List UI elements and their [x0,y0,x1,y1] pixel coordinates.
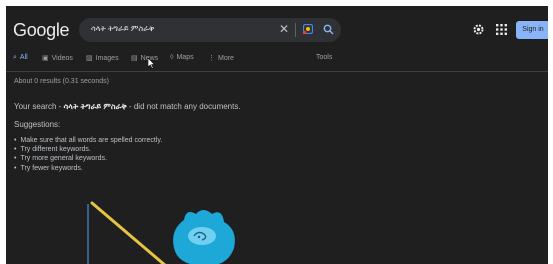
map-pin-icon: ◊ [170,54,174,61]
mouse-cursor-icon [148,58,156,69]
suggestions-heading: Suggestions: [14,120,61,129]
blue-creature-icon [173,210,235,264]
google-logo[interactable]: Google [13,20,70,41]
tab-all[interactable]: ⌕ All [13,54,28,62]
sign-in-button[interactable]: Sign in [516,21,548,39]
suggestion-item: Try fewer keywords. [14,164,162,173]
result-stats: About 0 results (0.31 seconds) [14,78,109,85]
clear-icon[interactable]: ✕ [279,22,289,36]
search-input[interactable]: ሳላት ትግራይ ምስራቅ [91,24,154,34]
image-icon: ▨ [86,55,93,62]
tab-more[interactable]: ⋮ More [208,54,234,62]
no-results-message: Your search - ሳላት ትግራይ ምስራቅ - did not ma… [14,102,241,111]
search-icon: ⌕ [13,54,17,61]
video-icon: ▣ [42,55,49,62]
tools-button[interactable]: Tools [316,54,332,61]
fishing-rod [90,201,166,264]
more-vert-icon: ⋮ [208,55,215,62]
tab-images[interactable]: ▨ Images [86,54,119,62]
settings-gear-icon[interactable] [473,24,484,35]
suggestions-list: Make sure that all words are spelled cor… [14,136,162,173]
search-divider [295,23,296,37]
news-icon: ▤ [131,55,138,62]
search-results-page: Google ሳላት ትግራይ ምስራቅ ✕ Sign in ⌕All ▣V [6,6,548,264]
camera-lens-icon[interactable] [303,24,313,34]
apps-grid-icon[interactable] [496,24,507,35]
tab-maps[interactable]: ◊ Maps [170,54,194,61]
suggestion-item: Make sure that all words are spelled cor… [14,136,162,145]
search-box[interactable]: ሳላት ትግራይ ምስራቅ ✕ [79,18,341,42]
tab-videos[interactable]: ▣ Videos [42,54,73,62]
no-results-query: ሳላት ትግራይ ምስራቅ [63,102,127,111]
fishing-illustration [87,201,235,264]
suggestion-item: Try different keywords. [14,145,162,154]
suggestion-item: Try more general keywords. [14,154,162,163]
search-icon[interactable] [323,24,334,35]
tabs-divider [6,71,548,72]
